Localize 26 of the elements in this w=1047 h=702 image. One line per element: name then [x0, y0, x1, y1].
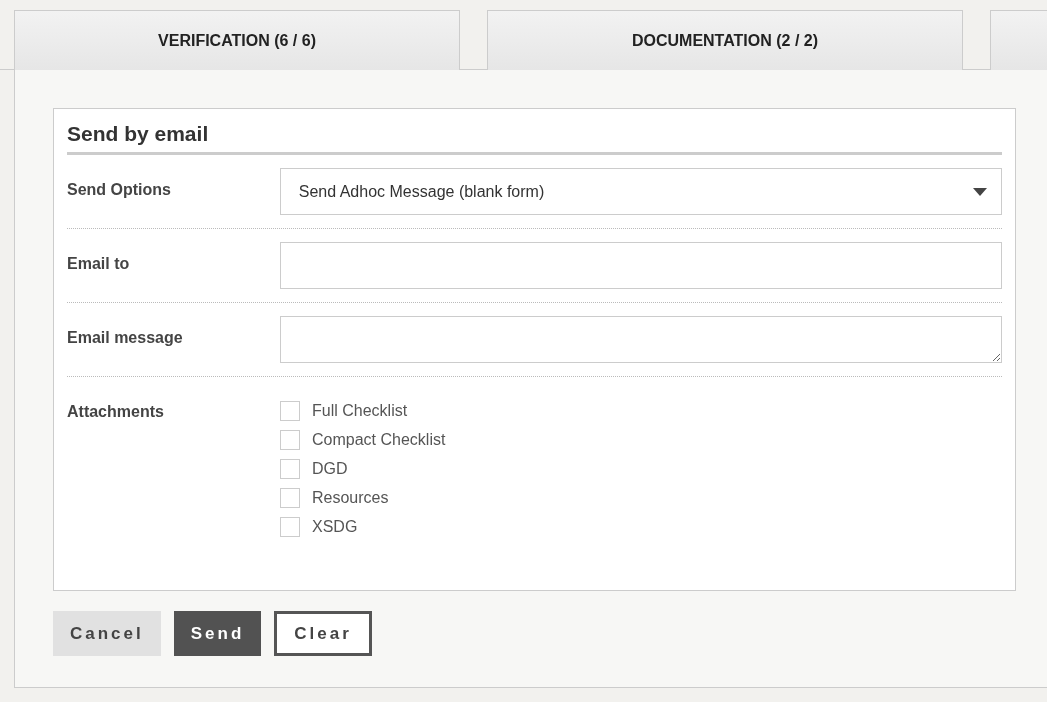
dropdown-value: Send Adhoc Message (blank form): [298, 181, 545, 202]
field-label: Send Options: [67, 180, 172, 201]
checkbox-label: Resources: [312, 487, 389, 508]
form-button[interactable]: Clear: [274, 611, 372, 656]
checkbox[interactable]: [280, 458, 300, 479]
tab[interactable]: VERIFICATION (6 / 6): [14, 10, 460, 70]
send-button[interactable]: Send: [173, 611, 262, 656]
send-options-dropdown[interactable]: Send Adhoc Message (blank form): [279, 168, 1002, 216]
checkbox-label: XSDG: [312, 516, 358, 537]
field-label: Email to: [67, 254, 131, 275]
caret-icon: [973, 187, 987, 196]
checkbox[interactable]: [280, 516, 300, 537]
email-message-field[interactable]: [279, 316, 1002, 364]
checkbox-label: Full Checklist: [312, 400, 408, 421]
checkbox[interactable]: [280, 400, 300, 421]
checkbox-label: Compact Checklist: [312, 429, 446, 450]
form-button[interactable]: Cancel: [53, 611, 161, 656]
field-label: Email message: [67, 328, 184, 349]
form-title: Send by email: [67, 121, 1002, 156]
checkbox[interactable]: [280, 487, 300, 508]
checkbox[interactable]: [280, 429, 300, 450]
field-label: Attachments: [67, 402, 165, 423]
tab[interactable]: [990, 10, 1047, 70]
email-to-field[interactable]: [279, 242, 1002, 290]
tab[interactable]: DOCUMENTATION (2 / 2): [487, 10, 963, 70]
checkbox-label: DGD: [312, 458, 348, 479]
